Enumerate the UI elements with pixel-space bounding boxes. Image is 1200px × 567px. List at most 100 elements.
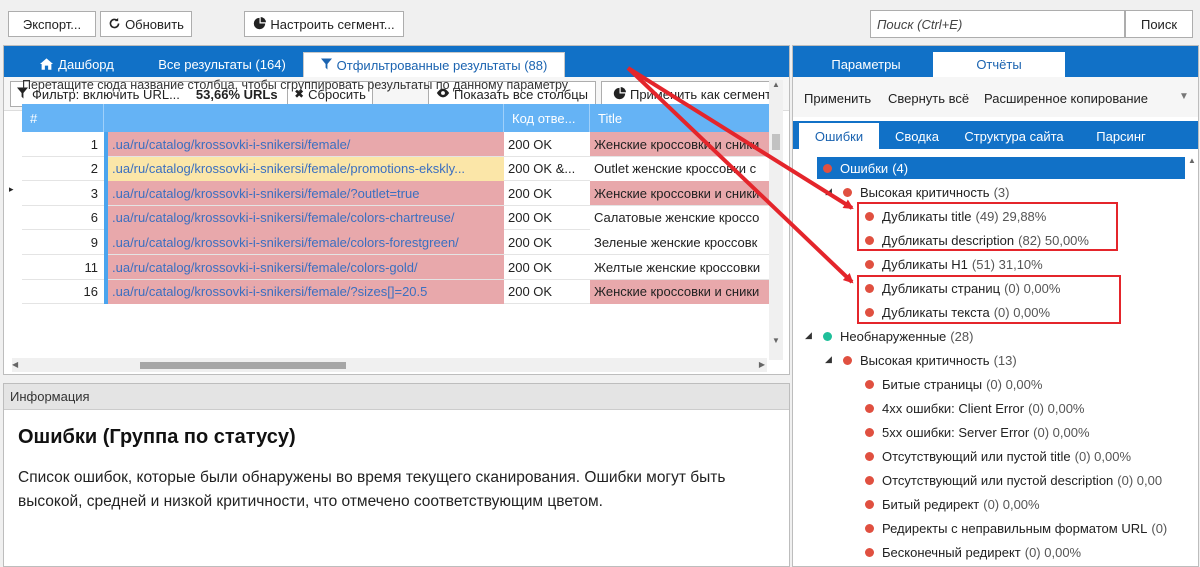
info-title: Ошибки (Группа по статусу) [18, 426, 296, 448]
apply-button[interactable]: Применить [804, 91, 871, 106]
status-dot-icon [865, 547, 874, 557]
tree-item[interactable]: Битые страницы (0) 0,00% [865, 373, 1042, 395]
row-status-code: 200 OK [508, 234, 553, 250]
status-dot-icon [865, 403, 874, 413]
subtab-parsing[interactable]: Парсинг [1083, 123, 1159, 149]
tree-scrollbar[interactable]: ▲ [1187, 156, 1197, 566]
scroll-down-icon[interactable]: ▼ [769, 336, 783, 345]
toolbar-overflow-icon[interactable]: ▼ [1179, 91, 1189, 102]
scroll-left-icon[interactable]: ◀ [12, 360, 18, 369]
tab-parameters[interactable]: Параметры [807, 52, 925, 77]
row-title: Женские кроссовки и сники [590, 181, 770, 206]
row-number: 9 [90, 234, 98, 250]
results-tabbar: Дашборд Все результаты (164) Отфильтрова… [4, 46, 789, 77]
tree-item-count: (28) [950, 328, 974, 344]
tree-item[interactable]: Необнаруженные (28) [823, 325, 973, 347]
tree-item-count: (0) 0,00% [1024, 544, 1082, 560]
tab-dashboard-label: Дашборд [58, 57, 114, 72]
home-icon [40, 57, 54, 72]
refresh-button[interactable]: Обновить [100, 11, 192, 37]
tree-item-count: (0) 0,00% [1074, 448, 1132, 464]
tree-scroll-up-icon[interactable]: ▲ [1187, 156, 1197, 165]
tab-all-results[interactable]: Все результаты (164) [152, 52, 292, 77]
status-dot-icon [865, 523, 874, 533]
column-header-url[interactable] [104, 104, 504, 132]
row-title: Женские кроссовки и сники [590, 279, 770, 304]
status-dot-icon [865, 475, 874, 485]
tree-item-count: (0) 0,00% [1033, 424, 1090, 440]
reports-tabbar: Параметры Отчёты [793, 46, 1198, 77]
row-url[interactable]: .ua/ru/catalog/krossovki-i-snikersi/fema… [108, 230, 504, 255]
table-row[interactable]: 3 .ua/ru/catalog/krossovki-i-snikersi/fem… [22, 181, 770, 206]
scroll-up-icon[interactable]: ▲ [769, 80, 783, 89]
subtab-site-structure[interactable]: Структура сайта [955, 123, 1073, 149]
row-url[interactable]: .ua/ru/catalog/krossovki-i-snikersi/fema… [108, 132, 504, 156]
horizontal-scroll-thumb[interactable] [140, 362, 346, 369]
column-header-status-code[interactable]: Код отве... [504, 104, 590, 132]
tree-item-label: Отсутствующий или пустой description [882, 472, 1114, 488]
tab-filtered-results[interactable]: Отфильтрованные результаты (88) [303, 52, 565, 77]
table-row[interactable]: 1 .ua/ru/catalog/krossovki-i-snikersi/fem… [22, 132, 770, 157]
filter-icon [320, 58, 332, 72]
table-row[interactable]: 9 .ua/ru/catalog/krossovki-i-snikersi/fem… [22, 230, 770, 255]
tree-item[interactable]: 5xx ошибки: Server Error (0) 0,00% [865, 421, 1090, 443]
tree-item-label: Бесконечный редирект [882, 544, 1021, 560]
refresh-button-label: Обновить [125, 16, 184, 32]
tree-item[interactable]: Высокая критичность (13) [843, 349, 1017, 371]
tree-item[interactable]: Бесконечный редирект (0) 0,00% [865, 541, 1081, 563]
tree-item[interactable]: Отсутствующий или пустой title (0) 0,00% [865, 445, 1131, 467]
scroll-right-icon[interactable]: ▶ [759, 360, 765, 369]
row-number: 6 [90, 210, 98, 226]
row-number: 11 [84, 259, 99, 275]
table-row[interactable]: 11 .ua/ru/catalog/krossovki-i-snikersi/fe… [22, 255, 770, 280]
row-url[interactable]: .ua/ru/catalog/krossovki-i-snikersi/fema… [108, 255, 504, 279]
current-row-indicator: ▸ [9, 184, 14, 194]
expand-triangle-icon[interactable]: ◢ [825, 354, 832, 365]
tree-item[interactable]: Высокая критичность (3) [843, 181, 1009, 203]
row-title: Зеленые женские кроссовк [590, 230, 770, 255]
tree-item[interactable]: Ошибки (4) [817, 157, 1185, 179]
tree-item-label: Высокая критичность [860, 352, 990, 368]
table-row[interactable]: 2 .ua/ru/catalog/krossovki-i-snikersi/fem… [22, 156, 770, 182]
row-title: Салатовые женские кроссо [590, 205, 770, 230]
search-button-label: Поиск [1140, 16, 1178, 32]
row-url[interactable]: .ua/ru/catalog/krossovki-i-snikersi/fema… [108, 279, 504, 304]
search-input[interactable]: Поиск (Ctrl+E) [870, 10, 1125, 38]
tree-item[interactable]: Отсутствующий или пустой description (0) … [865, 469, 1162, 491]
tree-item[interactable]: Битый редирект (0) 0,00% [865, 493, 1040, 515]
reports-toolbar: Применить Свернуть всё Расширенное копир… [793, 77, 1198, 117]
pie-chart-icon [253, 16, 267, 32]
tree-item[interactable]: 4xx ошибки: Client Error (0) 0,00% [865, 397, 1085, 419]
table-row[interactable]: 6 .ua/ru/catalog/krossovki-i-snikersi/fem… [22, 205, 770, 231]
subtab-errors[interactable]: Ошибки [799, 123, 879, 149]
tree-item[interactable]: Редиректы с неправильным форматом URL (0) [865, 517, 1167, 539]
grid-horizontal-scrollbar[interactable]: ◀ ▶ [12, 358, 767, 372]
status-dot-icon [843, 187, 852, 197]
subtab-summary[interactable]: Сводка [883, 123, 951, 149]
status-dot-icon [823, 163, 832, 173]
tree-item-label: Битый редирект [882, 496, 980, 512]
table-row[interactable]: 16 .ua/ru/catalog/krossovki-i-snikersi/fe… [22, 279, 770, 305]
tree-item-label: Редиректы с неправильным форматом URL [882, 520, 1148, 536]
export-button[interactable]: Экспорт... [8, 11, 96, 37]
configure-segment-button[interactable]: Настроить сегмент... [244, 11, 404, 37]
tab-dashboard[interactable]: Дашборд [32, 52, 122, 77]
tab-filtered-results-label: Отфильтрованные результаты (88) [336, 57, 548, 73]
search-button[interactable]: Поиск [1125, 10, 1193, 38]
grid-vertical-scrollbar[interactable]: ▲ ▼ [769, 80, 783, 360]
expand-triangle-icon[interactable]: ◢ [805, 330, 812, 341]
expand-triangle-icon[interactable]: ◢ [825, 186, 832, 197]
tree-item[interactable]: Дубликаты H1 (51) 31,10% [865, 253, 1043, 275]
column-header-number[interactable]: # [22, 104, 104, 132]
scroll-thumb[interactable] [772, 134, 780, 150]
column-header-title[interactable]: Title [590, 104, 770, 132]
tree-item-count: (0) 0,00 [1117, 472, 1163, 488]
row-status-code: 200 OK &... [508, 161, 576, 177]
row-url[interactable]: .ua/ru/catalog/krossovki-i-snikersi/fema… [108, 156, 504, 181]
row-url[interactable]: .ua/ru/catalog/krossovki-i-snikersi/fema… [108, 181, 504, 206]
collapse-all-button[interactable]: Свернуть всё [888, 91, 969, 106]
row-url[interactable]: .ua/ru/catalog/krossovki-i-snikersi/fema… [108, 205, 504, 230]
advanced-copy-button[interactable]: Расширенное копирование [984, 91, 1148, 106]
configure-segment-label: Настроить сегмент... [270, 16, 395, 32]
tab-reports[interactable]: Отчёты [933, 52, 1065, 77]
